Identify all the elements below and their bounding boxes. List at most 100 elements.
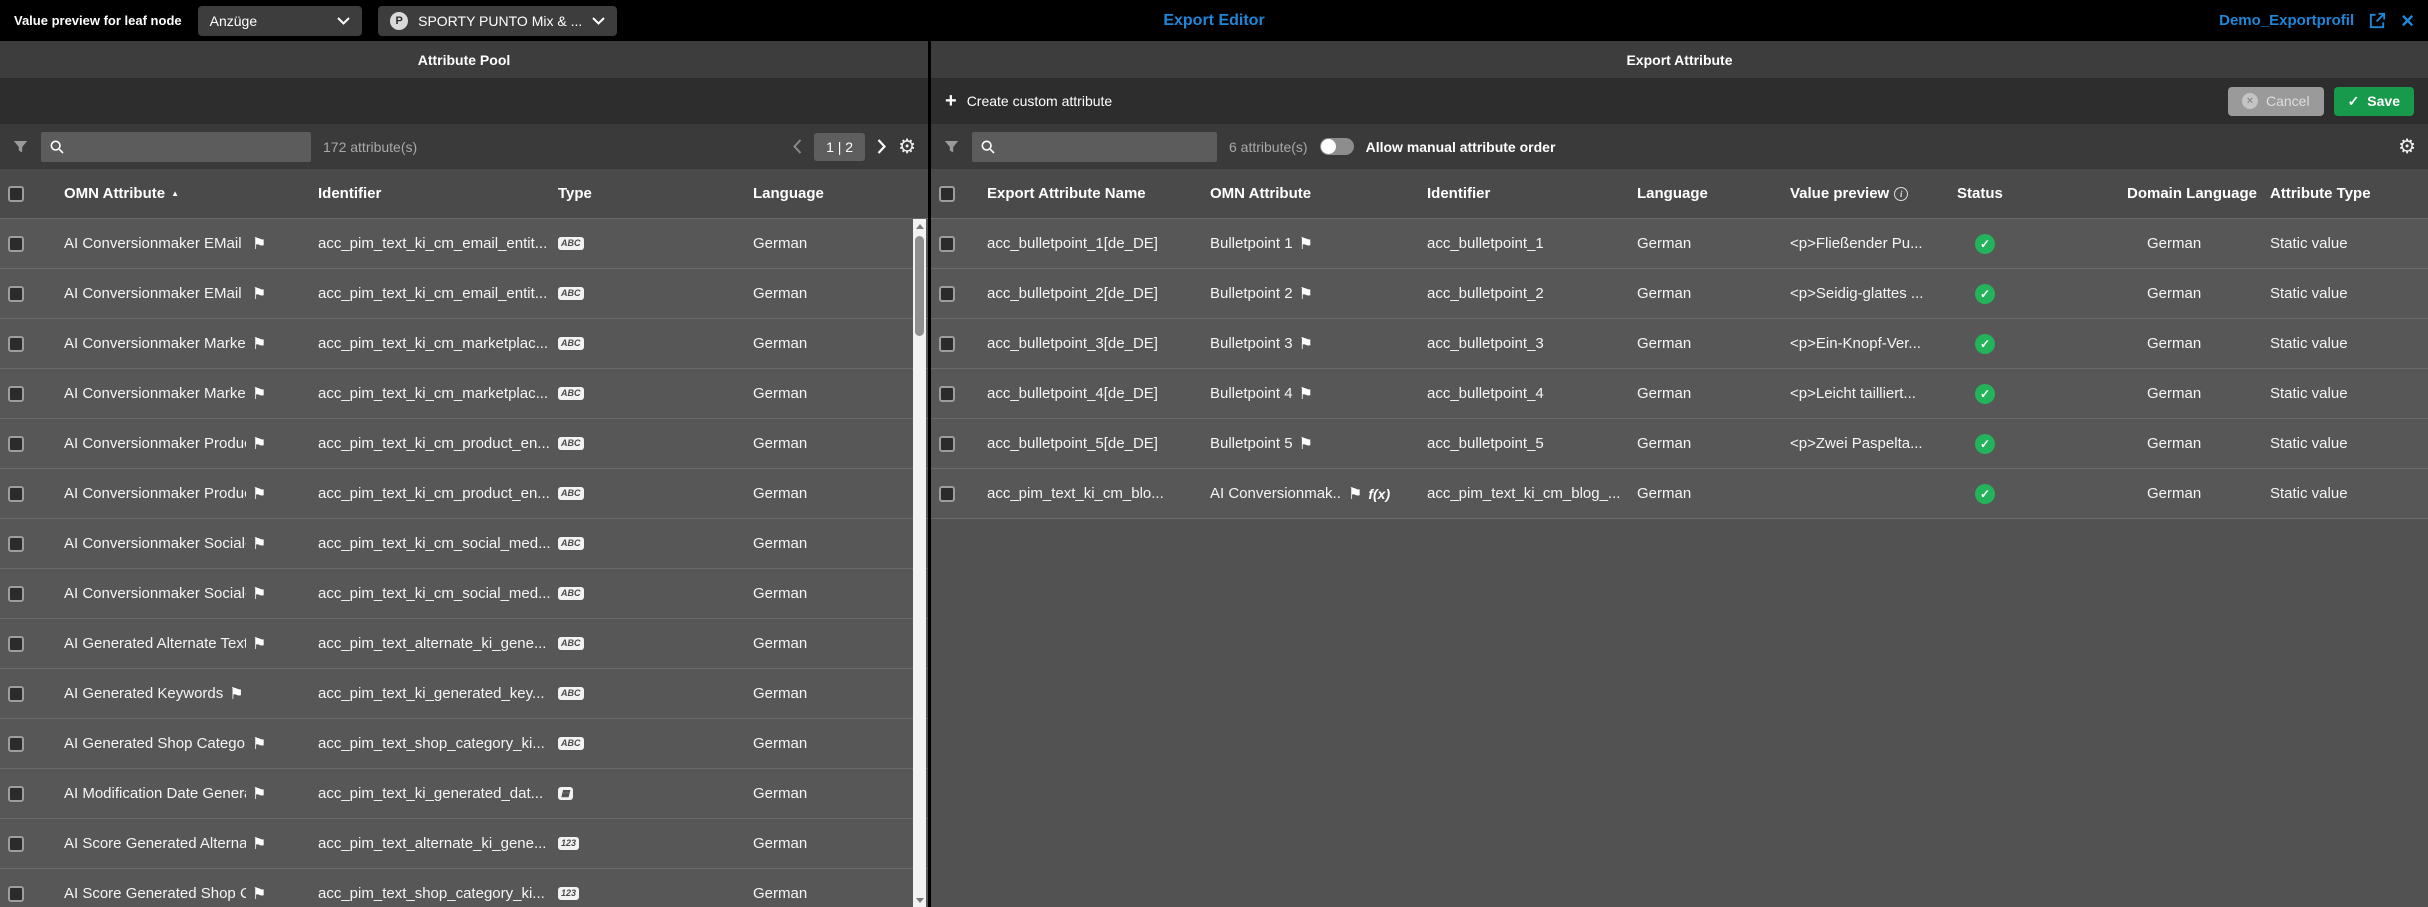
column-status[interactable]: Status <box>1949 169 2119 218</box>
export-attribute-header: Export Attribute Name OMN Attribute Iden… <box>931 169 2428 218</box>
attribute-pool-row[interactable]: AI Score Generated Shop Ca... ⚑ acc_pim_… <box>0 868 928 907</box>
gear-icon[interactable]: ⚙ <box>898 137 916 157</box>
status-ok-icon: ✓ <box>1975 334 1995 354</box>
row-checkbox[interactable] <box>8 886 24 902</box>
row-checkbox[interactable] <box>8 436 24 452</box>
leaf-node-select-value: Anzüge <box>210 13 257 29</box>
column-export-attribute-name[interactable]: Export Attribute Name <box>979 169 1202 218</box>
attribute-pool-row[interactable]: AI Conversionmaker EMail E... ⚑ acc_pim_… <box>0 218 928 268</box>
attribute-pool-row[interactable]: AI Conversionmaker Product ... ⚑ acc_pim… <box>0 468 928 518</box>
attribute-pool-row[interactable]: AI Generated Keywords ⚑ acc_pim_text_ki_… <box>0 668 928 718</box>
column-type[interactable]: Type <box>550 169 745 218</box>
row-checkbox[interactable] <box>8 736 24 752</box>
column-omn-attribute[interactable]: OMN Attribute <box>1202 169 1419 218</box>
attribute-type-value: Static value <box>2262 419 2428 468</box>
cancel-button[interactable]: × Cancel <box>2228 87 2324 116</box>
row-checkbox[interactable] <box>939 236 955 252</box>
scrollbar-thumb[interactable] <box>915 236 924 336</box>
page-prev-button[interactable] <box>793 139 802 154</box>
create-custom-attribute-button[interactable]: + Create custom attribute <box>945 91 1112 111</box>
row-checkbox[interactable] <box>8 536 24 552</box>
row-checkbox[interactable] <box>8 286 24 302</box>
attribute-pool-row[interactable]: AI Score Generated Alternate... ⚑ acc_pi… <box>0 818 928 868</box>
product-badge-icon: P <box>390 12 408 30</box>
manual-order-label: Allow manual attribute order <box>1366 139 1556 155</box>
column-attribute-type[interactable]: Attribute Type <box>2262 169 2428 218</box>
row-checkbox[interactable] <box>8 786 24 802</box>
identifier-value: acc_pim_text_ki_generated_key... <box>310 669 550 718</box>
attribute-pool-search[interactable] <box>41 132 311 162</box>
attribute-pool-header: OMN Attribute ▲ Identifier Type Language <box>0 169 928 218</box>
column-identifier[interactable]: Identifier <box>310 169 550 218</box>
row-checkbox[interactable] <box>8 636 24 652</box>
row-checkbox[interactable] <box>939 386 955 402</box>
row-checkbox[interactable] <box>8 686 24 702</box>
column-language[interactable]: Language <box>745 169 928 218</box>
attribute-pool-row[interactable]: AI Generated Alternate Text ⚑ acc_pim_te… <box>0 618 928 668</box>
row-checkbox[interactable] <box>8 386 24 402</box>
attribute-pool-row[interactable]: AI Conversionmaker Marketp... ⚑ acc_pim_… <box>0 318 928 368</box>
attribute-pool-row[interactable]: AI Conversionmaker EMail URL ⚑ acc_pim_t… <box>0 268 928 318</box>
save-button[interactable]: ✓ Save <box>2334 87 2414 116</box>
export-attribute-row[interactable]: acc_bulletpoint_2[de_DE] Bulletpoint 2 ⚑… <box>931 268 2428 318</box>
export-attribute-search[interactable] <box>972 132 1217 162</box>
type-icon: 123 <box>558 837 579 851</box>
product-select[interactable]: P SPORTY PUNTO Mix & ... <box>378 6 617 36</box>
scroll-down-arrow[interactable] <box>913 893 926 907</box>
row-checkbox[interactable] <box>8 336 24 352</box>
scroll-up-arrow[interactable] <box>913 219 926 233</box>
column-domain-language[interactable]: Domain Language <box>2119 169 2262 218</box>
identifier-value: acc_pim_text_ki_cm_email_entit... <box>310 269 550 318</box>
attribute-pool-row[interactable]: AI Conversionmaker Marketp... ⚑ acc_pim_… <box>0 368 928 418</box>
domain-language-value: German <box>2119 219 2262 268</box>
flag-icon: ⚑ <box>252 534 266 554</box>
attribute-pool-row[interactable]: AI Conversionmaker Social-... ⚑ acc_pim_… <box>0 568 928 618</box>
export-profile-link[interactable]: Demo_Exportprofil <box>2219 12 2354 29</box>
search-input[interactable] <box>1004 139 1209 155</box>
row-checkbox[interactable] <box>8 486 24 502</box>
filter-funnel-icon[interactable] <box>943 139 960 155</box>
column-language[interactable]: Language <box>1629 169 1782 218</box>
type-icon: ABC <box>558 637 584 651</box>
language-value: German <box>1629 469 1782 518</box>
export-attribute-row[interactable]: acc_bulletpoint_4[de_DE] Bulletpoint 4 ⚑… <box>931 368 2428 418</box>
omn-attribute-name: AI Conversionmaker Social-... <box>64 535 246 552</box>
search-input[interactable] <box>73 139 303 155</box>
vertical-scrollbar[interactable] <box>913 219 926 907</box>
row-checkbox[interactable] <box>939 286 955 302</box>
select-all-checkbox[interactable] <box>8 186 24 202</box>
column-omn-attribute[interactable]: OMN Attribute <box>64 185 165 202</box>
row-checkbox[interactable] <box>939 436 955 452</box>
row-checkbox[interactable] <box>939 336 955 352</box>
leaf-node-select[interactable]: Anzüge <box>198 6 362 36</box>
column-value-preview[interactable]: Value preview <box>1790 185 1889 202</box>
info-icon[interactable]: i <box>1894 187 1908 201</box>
attribute-pool-row[interactable]: AI Generated Shop Category... ⚑ acc_pim_… <box>0 718 928 768</box>
export-attribute-row[interactable]: acc_pim_text_ki_cm_blo... AI Conversionm… <box>931 468 2428 518</box>
flag-icon: ⚑ <box>252 634 266 654</box>
page-next-button[interactable] <box>877 139 886 154</box>
open-external-icon[interactable] <box>2368 11 2387 30</box>
gear-icon[interactable]: ⚙ <box>2398 137 2416 157</box>
row-checkbox[interactable] <box>8 236 24 252</box>
column-identifier[interactable]: Identifier <box>1419 169 1629 218</box>
export-attribute-row[interactable]: acc_bulletpoint_5[de_DE] Bulletpoint 5 ⚑… <box>931 418 2428 468</box>
export-attribute-name: acc_bulletpoint_5[de_DE] <box>979 419 1202 468</box>
attribute-pool-row[interactable]: AI Conversionmaker Product ... ⚑ acc_pim… <box>0 418 928 468</box>
flag-icon: ⚑ <box>252 484 266 504</box>
select-all-checkbox[interactable] <box>939 186 955 202</box>
export-attribute-row[interactable]: acc_bulletpoint_3[de_DE] Bulletpoint 3 ⚑… <box>931 318 2428 368</box>
export-attribute-row[interactable]: acc_bulletpoint_1[de_DE] Bulletpoint 1 ⚑… <box>931 218 2428 268</box>
manual-order-toggle[interactable] <box>1320 138 1354 155</box>
attribute-pool-row[interactable]: AI Modification Date Generat... ⚑ acc_pi… <box>0 768 928 818</box>
flag-icon: ⚑ <box>252 334 266 354</box>
row-checkbox[interactable] <box>8 586 24 602</box>
row-checkbox[interactable] <box>8 836 24 852</box>
chevron-down-icon <box>337 17 350 25</box>
filter-funnel-icon[interactable] <box>12 139 29 155</box>
close-icon[interactable]: × <box>2401 10 2414 32</box>
row-checkbox[interactable] <box>939 486 955 502</box>
attribute-pool-row[interactable]: AI Conversionmaker Social-... ⚑ acc_pim_… <box>0 518 928 568</box>
identifier-value: acc_pim_text_ki_cm_marketplac... <box>310 369 550 418</box>
language-value: German <box>745 369 928 418</box>
